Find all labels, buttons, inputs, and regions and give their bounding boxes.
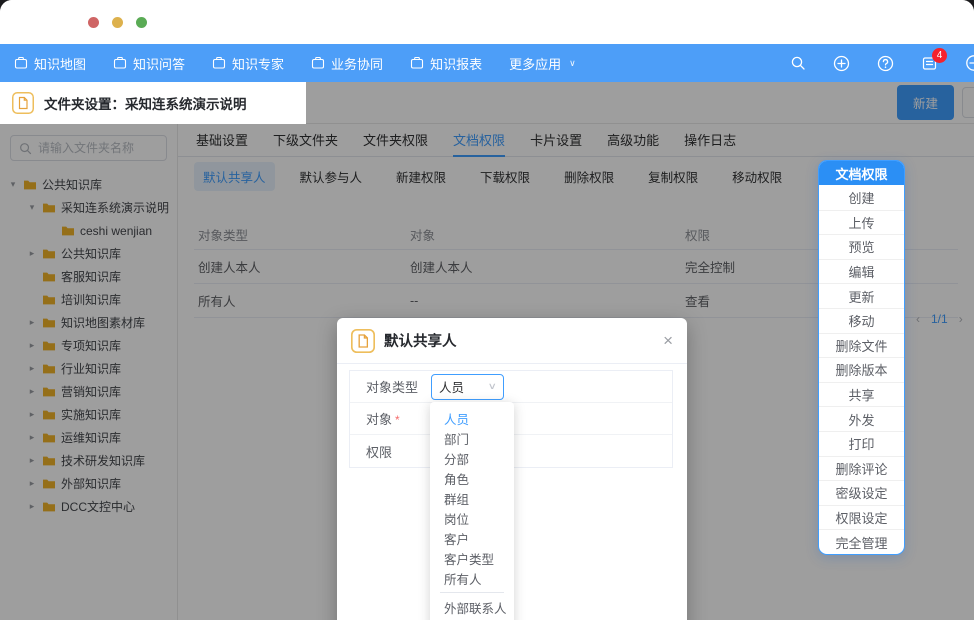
nav-item-label: 知识地图 (34, 54, 86, 73)
dropdown-option[interactable]: 客户 (430, 528, 514, 548)
dropdown-option[interactable]: 岗位 (430, 508, 514, 528)
notifications-icon[interactable]: 4 (921, 55, 938, 72)
object-type-dropdown: 人员部门分部角色群组岗位客户客户类型所有人外部联系人 (430, 402, 514, 620)
nav-item-icon (14, 56, 28, 70)
dropdown-option[interactable]: 群组 (430, 488, 514, 508)
nav-item-icon (212, 56, 226, 70)
nav-item-5[interactable]: 知识报表 (410, 54, 482, 73)
notification-badge: 4 (932, 48, 947, 63)
nav-item-3[interactable]: 知识专家 (212, 54, 284, 73)
perm-panel-item[interactable]: 删除文件 (819, 333, 904, 358)
close-icon[interactable]: × (663, 332, 673, 349)
perm-panel-item[interactable]: 创建 (819, 185, 904, 210)
nav-item-label: 知识专家 (232, 54, 284, 73)
dialog-doc-icon (351, 329, 375, 353)
close-window-icon[interactable] (88, 17, 99, 28)
object-type-label: 对象类型 (350, 377, 431, 396)
perm-panel-item[interactable]: 外发 (819, 406, 904, 431)
required-mark: * (395, 413, 400, 427)
dropdown-option[interactable]: 所有人 (430, 568, 514, 588)
object-type-value: 人员 (439, 377, 464, 396)
object-label: 对象* (350, 409, 431, 428)
doc-permission-panel: 文档权限 创建上传预览编辑更新移动删除文件删除版本共享外发打印删除评论密级设定权… (818, 160, 905, 555)
perm-panel-item[interactable]: 完全管理 (819, 529, 904, 554)
perm-panel-item[interactable]: 预览 (819, 234, 904, 259)
top-navbar: 知识地图 知识问答 知识专家 业务协同 知识报表 更多应用 ∨ 4 (0, 44, 974, 82)
dropdown-option[interactable]: 外部联系人 (430, 597, 514, 617)
nav-item-1[interactable]: 知识地图 (14, 54, 86, 73)
dropdown-option[interactable]: 分部 (430, 448, 514, 468)
search-icon[interactable] (790, 55, 806, 71)
perm-panel-item[interactable]: 权限设定 (819, 505, 904, 530)
dropdown-option[interactable]: 角色 (430, 468, 514, 488)
dialog-header: 默认共享人 × (337, 318, 687, 364)
avatar-partial-icon[interactable] (965, 54, 974, 72)
nav-item-label: 知识报表 (430, 54, 482, 73)
nav-item-label: 知识问答 (133, 54, 185, 73)
dialog-title: 默认共享人 (384, 330, 654, 351)
doc-permission-panel-title: 文档权限 (819, 161, 904, 185)
nav-item-6[interactable]: 更多应用 ∨ (509, 54, 576, 73)
perm-panel-item[interactable]: 删除版本 (819, 357, 904, 382)
nav-item-icon (113, 56, 127, 70)
navbar-actions: 4 (790, 54, 974, 72)
page-title: 文件夹设置：采知连系统演示说明 (44, 93, 247, 113)
permission-label: 权限 (350, 442, 431, 461)
dropdown-option[interactable]: 客户类型 (430, 548, 514, 568)
nav-item-label: 业务协同 (331, 54, 383, 73)
perm-panel-item[interactable]: 更新 (819, 283, 904, 308)
perm-panel-item[interactable]: 密级设定 (819, 480, 904, 505)
nav-item-icon (311, 56, 325, 70)
help-circle-icon[interactable] (877, 55, 894, 72)
dropdown-divider (440, 592, 504, 593)
nav-item-label: 更多应用 (509, 54, 561, 73)
nav-item-4[interactable]: 业务协同 (311, 54, 383, 73)
nav-item-2[interactable]: 知识问答 (113, 54, 185, 73)
perm-panel-item[interactable]: 共享 (819, 382, 904, 407)
window-titlebar (0, 0, 974, 44)
app-window: 知识地图知识问答知识专家业务协同知识报表更多应用∨ 4 新建 (0, 0, 974, 620)
chevron-down-icon: ∨ (569, 58, 576, 69)
object-type-row: 对象类型 人员 ∨ (350, 371, 672, 403)
page-body: 新建 ▾公共知识库▾采知连系统演示说明ceshi wenjian▸公共知识库客服… (0, 82, 974, 620)
dropdown-option[interactable]: 部门 (430, 428, 514, 448)
zoom-window-icon[interactable] (136, 17, 147, 28)
minimize-window-icon[interactable] (112, 17, 123, 28)
object-type-select[interactable]: 人员 ∨ (431, 374, 504, 400)
perm-panel-item[interactable]: 打印 (819, 431, 904, 456)
plus-circle-icon[interactable] (833, 55, 850, 72)
perm-panel-item[interactable]: 编辑 (819, 259, 904, 284)
nav-item-icon (410, 56, 424, 70)
perm-panel-item[interactable]: 移动 (819, 308, 904, 333)
dropdown-option[interactable]: 人员 (430, 408, 514, 428)
perm-panel-item[interactable]: 删除评论 (819, 456, 904, 481)
chevron-down-icon: ∨ (488, 381, 497, 392)
folder-doc-icon (12, 92, 34, 114)
perm-panel-item[interactable]: 上传 (819, 210, 904, 235)
page-title-box: 文件夹设置：采知连系统演示说明 (0, 82, 306, 124)
